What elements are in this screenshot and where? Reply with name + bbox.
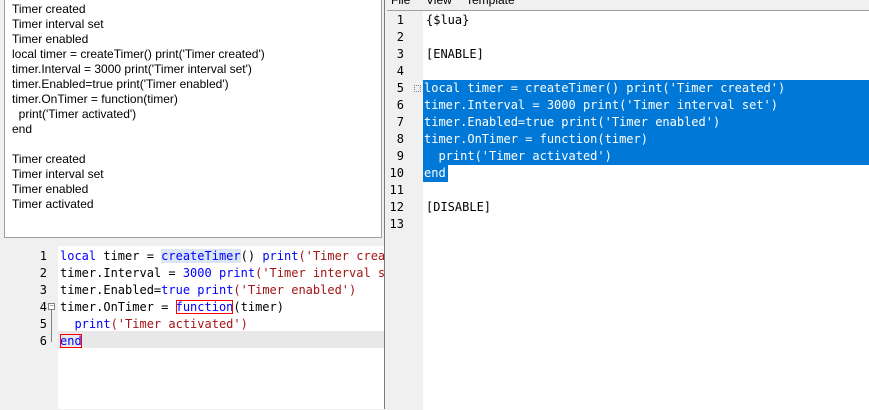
line-number: 10: [389, 166, 404, 180]
code-line: timer.Interval = 3000 print('Timer inter…: [60, 265, 384, 282]
output-line: timer.OnTimer = function(timer): [12, 92, 178, 106]
code-text: (): [240, 249, 263, 263]
bookmark-marker-icon: [414, 85, 421, 92]
menu-view[interactable]: View: [426, 0, 452, 8]
code-text: timer.Enabled=: [60, 283, 162, 297]
output-line: Timer interval set: [12, 167, 104, 181]
code-line: timer.Interval = 3000 print('Timer inter…: [424, 98, 779, 112]
output-line: print('Timer activated'): [12, 107, 137, 121]
code-line: local timer = createTimer() print('Timer…: [60, 248, 384, 265]
keyword: local: [60, 249, 97, 263]
script-editor[interactable]: 1 2 3 4 5 6 7 8 9 10 11 12 13 {$lua} [EN…: [387, 10, 869, 410]
code-line: print('Timer activated'): [60, 316, 248, 333]
line-number: 6: [39, 334, 47, 348]
line-number: 3: [39, 283, 47, 297]
string-literal: ('Timer enabled'): [233, 283, 357, 297]
matched-keyword: function: [175, 300, 234, 314]
line-number: 5: [39, 317, 47, 331]
line-number: 6: [396, 98, 404, 112]
code-text: timer.Interval =: [60, 266, 183, 280]
line-number: 9: [396, 149, 404, 163]
string-literal: ('Timer activated'): [110, 317, 248, 331]
function-name: createTimer: [161, 249, 241, 263]
output-console[interactable]: Timer created Timer interval set Timer e…: [4, 0, 382, 238]
output-line: Timer interval set: [12, 17, 104, 31]
line-number-gutter: 1 2 3 4 5 6 −: [0, 246, 58, 409]
assembler-window: File View Template 1 2 3 4 5 6 7 8 9 10 …: [384, 0, 869, 410]
keyword: true: [161, 283, 191, 297]
code-line: end: [60, 333, 82, 350]
code-text: timer =: [96, 249, 162, 263]
code-line: end: [424, 166, 446, 180]
line-number: 7: [396, 115, 404, 129]
code-line: local timer = createTimer() print('Timer…: [424, 81, 786, 95]
code-text: timer.OnTimer =: [60, 300, 176, 314]
lua-input-editor[interactable]: 1 2 3 4 5 6 − local timer = createTimer(…: [0, 246, 384, 409]
function-name: print: [74, 317, 111, 331]
line-number: 2: [39, 266, 47, 280]
output-line: Timer created: [12, 152, 86, 166]
line-number: 11: [389, 183, 404, 197]
code-area[interactable]: {$lua} [ENABLE] local timer = createTime…: [423, 11, 869, 410]
code-line: print('Timer activated'): [424, 149, 612, 163]
output-line: timer.Interval = 3000 print('Timer inter…: [12, 62, 252, 76]
function-name: print: [218, 266, 256, 280]
current-line-highlight: [58, 331, 384, 348]
line-number: 1: [396, 13, 404, 27]
fold-toggle-icon[interactable]: −: [48, 303, 55, 310]
code-line: [ENABLE]: [426, 47, 484, 61]
output-line: Timer created: [12, 2, 86, 16]
code-line: timer.Enabled=true print('Timer enabled'…: [424, 115, 721, 129]
number-literal: 3000: [182, 266, 212, 280]
code-line: [DISABLE]: [426, 200, 492, 214]
output-line: end: [12, 122, 33, 136]
code-line: timer.OnTimer = function(timer): [60, 299, 284, 316]
line-number-gutter: 1 2 3 4 5 6 7 8 9 10 11 12 13: [387, 11, 423, 410]
matched-keyword: end: [60, 334, 82, 348]
output-line: Timer enabled: [12, 32, 89, 46]
function-name: print: [197, 283, 234, 297]
menu-bar: File View Template: [385, 0, 869, 10]
menu-template[interactable]: Template: [466, 0, 515, 8]
code-area[interactable]: local timer = createTimer() print('Timer…: [58, 246, 384, 409]
output-line: timer.Enabled=true print('Timer enabled'…: [12, 77, 229, 91]
code-line: {$lua}: [426, 13, 470, 27]
menu-file[interactable]: File: [391, 0, 410, 8]
code-text: (timer): [233, 300, 284, 314]
line-number: 8: [396, 132, 404, 146]
pane-splitter[interactable]: [0, 238, 384, 246]
line-number: 3: [396, 47, 404, 61]
line-number: 4: [396, 64, 404, 78]
fold-range-line: [51, 310, 52, 342]
line-number: 2: [396, 30, 404, 44]
code-line: timer.OnTimer = function(timer): [424, 132, 648, 146]
string-literal: ('Timer interval set'): [255, 266, 384, 280]
line-number: 12: [389, 200, 404, 214]
line-number: 5: [396, 81, 404, 95]
output-line: local timer = createTimer() print('Timer…: [12, 47, 265, 61]
line-number: 1: [39, 249, 47, 263]
code-line: timer.Enabled=true print('Timer enabled'…: [60, 282, 356, 299]
output-line: Timer activated: [12, 197, 94, 211]
line-number: 13: [389, 217, 404, 231]
line-number: 4: [39, 300, 47, 314]
output-line: Timer enabled: [12, 182, 89, 196]
function-name: print: [262, 249, 299, 263]
string-literal: ('Timer created'): [298, 249, 384, 263]
